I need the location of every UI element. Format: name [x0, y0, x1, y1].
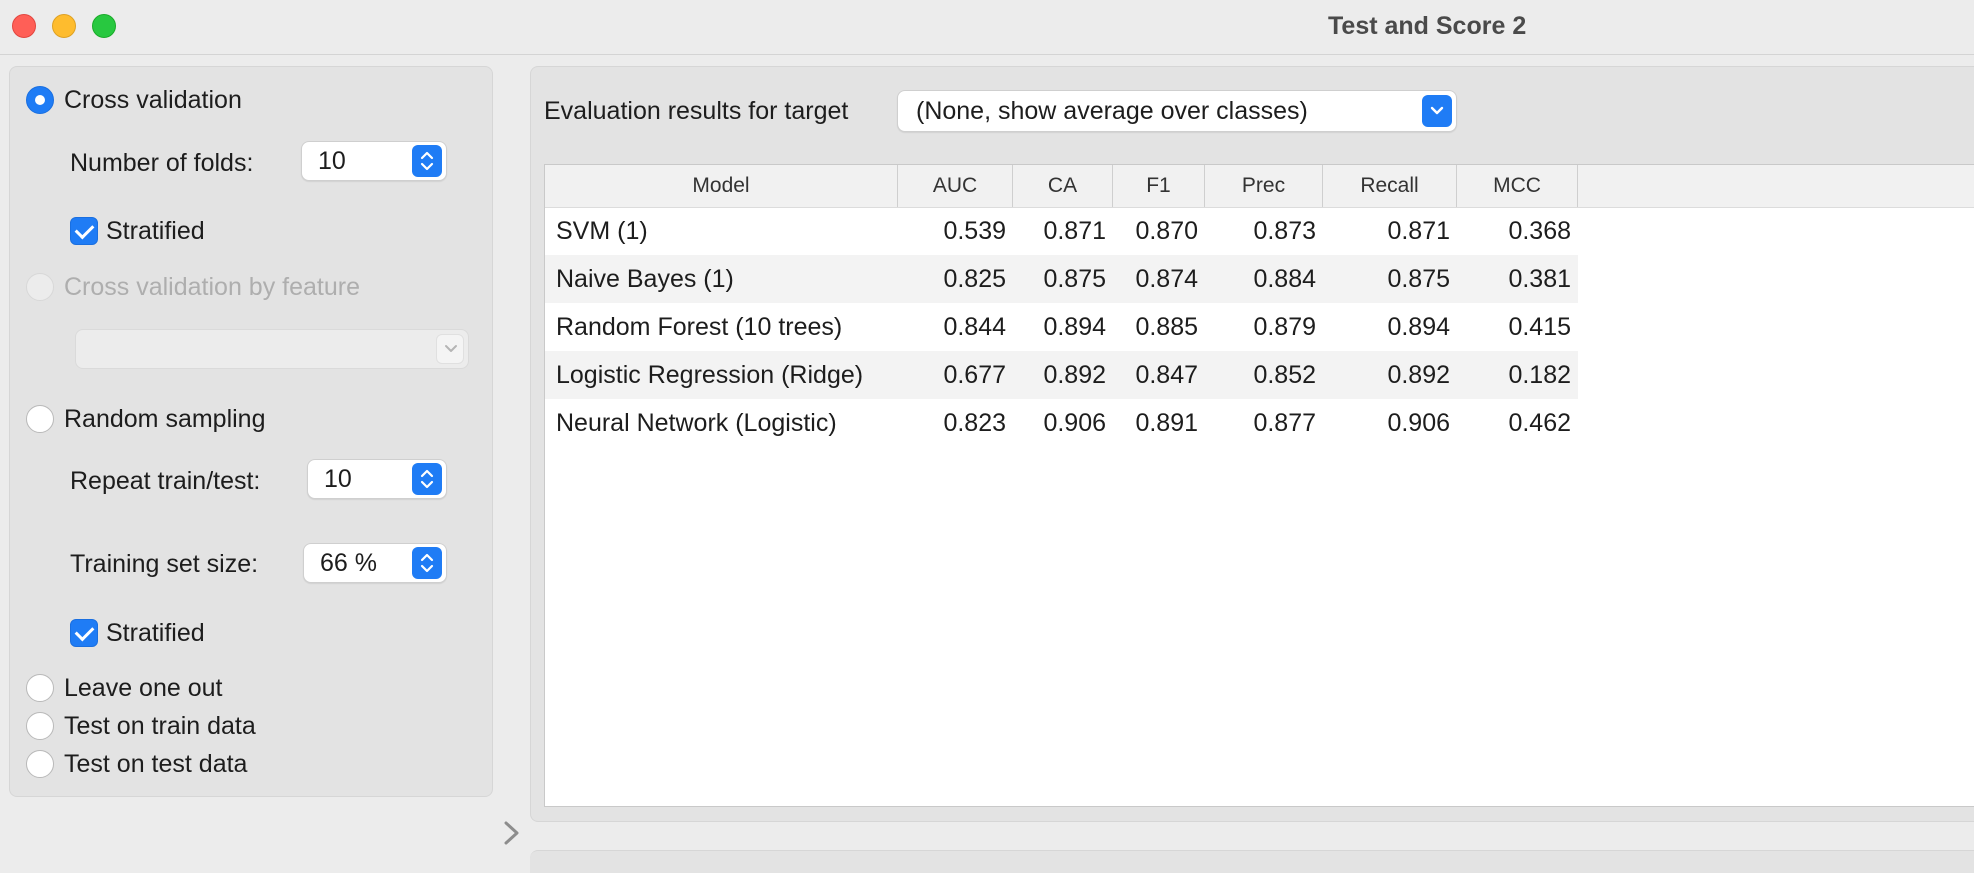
test-on-test-data-radio[interactable] [26, 750, 54, 778]
table-row[interactable]: Neural Network (Logistic) 0.823 0.906 0.… [545, 399, 1578, 447]
recall-cell: 0.906 [1387, 409, 1450, 437]
ca-cell: 0.894 [1043, 313, 1106, 341]
ca-cell: 0.875 [1043, 265, 1106, 293]
model-name-cell: SVM (1) [556, 217, 648, 245]
leave-one-out-label[interactable]: Leave one out [64, 673, 222, 703]
random-sampling-radio[interactable] [26, 405, 54, 433]
auc-cell: 0.823 [943, 409, 1006, 437]
stepper-icon[interactable] [412, 145, 442, 177]
number-of-folds-spinbox[interactable]: 10 [301, 141, 447, 181]
recall-cell: 0.892 [1387, 361, 1450, 389]
f1-cell: 0.885 [1135, 313, 1198, 341]
mcc-cell: 0.381 [1508, 265, 1571, 293]
mcc-cell: 0.182 [1508, 361, 1571, 389]
target-select[interactable]: (None, show average over classes) [897, 90, 1457, 132]
column-header-recall[interactable]: Recall [1323, 165, 1457, 207]
auc-cell: 0.825 [943, 265, 1006, 293]
column-header-mcc[interactable]: MCC [1457, 165, 1578, 207]
column-header-f1[interactable]: F1 [1113, 165, 1205, 207]
table-row[interactable]: Naive Bayes (1) 0.825 0.875 0.874 0.884 … [545, 255, 1578, 303]
ca-cell: 0.892 [1043, 361, 1106, 389]
prec-cell: 0.877 [1253, 409, 1316, 437]
zoom-window-button[interactable] [92, 14, 116, 38]
cv-by-feature-radio[interactable] [26, 273, 54, 301]
prec-cell: 0.852 [1253, 361, 1316, 389]
mcc-cell: 0.415 [1508, 313, 1571, 341]
cross-validation-radio[interactable] [26, 86, 54, 114]
test-on-train-data-label[interactable]: Test on train data [64, 711, 256, 741]
table-row[interactable]: Random Forest (10 trees) 0.844 0.894 0.8… [545, 303, 1578, 351]
training-set-size-label: Training set size: [70, 550, 259, 578]
test-on-train-data-radio[interactable] [26, 712, 54, 740]
mcc-cell: 0.368 [1508, 217, 1571, 245]
minimize-window-button[interactable] [52, 14, 76, 38]
f1-cell: 0.847 [1135, 361, 1198, 389]
prec-cell: 0.873 [1253, 217, 1316, 245]
collapse-panel-icon[interactable] [500, 818, 524, 853]
evaluation-results-table: Model AUC CA F1 Prec Recall MCC SVM (1) … [544, 164, 1974, 807]
column-header-auc[interactable]: AUC [898, 165, 1013, 207]
repeat-train-test-spinbox[interactable]: 10 [307, 459, 447, 499]
f1-cell: 0.870 [1135, 217, 1198, 245]
auc-cell: 0.844 [943, 313, 1006, 341]
stepper-icon[interactable] [412, 547, 442, 579]
recall-cell: 0.871 [1387, 217, 1450, 245]
random-sampling-label[interactable]: Random sampling [64, 404, 266, 434]
cv-by-feature-label: Cross validation by feature [64, 273, 360, 301]
mcc-cell: 0.462 [1508, 409, 1571, 437]
auc-cell: 0.539 [943, 217, 1006, 245]
ca-cell: 0.906 [1043, 409, 1106, 437]
table-row[interactable]: SVM (1) 0.539 0.871 0.870 0.873 0.871 0.… [545, 207, 1578, 255]
cross-validation-label[interactable]: Cross validation [64, 85, 242, 115]
title-bar: Test and Score 2 [0, 0, 1974, 55]
test-on-test-data-label[interactable]: Test on test data [64, 749, 247, 779]
f1-cell: 0.874 [1135, 265, 1198, 293]
table-row[interactable]: Logistic Regression (Ridge) 0.677 0.892 … [545, 351, 1578, 399]
stratified-rs-checkbox[interactable] [70, 619, 98, 647]
model-name-cell: Random Forest (10 trees) [556, 313, 843, 341]
column-header-prec[interactable]: Prec [1205, 165, 1323, 207]
repeat-train-test-value: 10 [324, 465, 352, 493]
stratified-rs-label[interactable]: Stratified [106, 618, 205, 648]
auc-cell: 0.677 [943, 361, 1006, 389]
recall-cell: 0.894 [1387, 313, 1450, 341]
repeat-train-test-label: Repeat train/test: [70, 467, 261, 495]
number-of-folds-value: 10 [318, 147, 346, 175]
stratified-cv-label[interactable]: Stratified [106, 216, 205, 246]
table-header: Model AUC CA F1 Prec Recall MCC [545, 165, 1974, 208]
model-name-cell: Naive Bayes (1) [556, 265, 734, 293]
model-name-cell: Neural Network (Logistic) [556, 409, 837, 437]
column-header-model[interactable]: Model [545, 165, 898, 207]
stratified-cv-checkbox[interactable] [70, 217, 98, 245]
chevron-down-icon[interactable] [1422, 95, 1452, 127]
training-set-size-value: 66 % [320, 549, 377, 577]
ca-cell: 0.871 [1043, 217, 1106, 245]
f1-cell: 0.891 [1135, 409, 1198, 437]
close-window-button[interactable] [12, 14, 36, 38]
report-area [530, 850, 1974, 873]
target-select-value: (None, show average over classes) [916, 97, 1308, 125]
leave-one-out-radio[interactable] [26, 674, 54, 702]
column-header-ca[interactable]: CA [1013, 165, 1113, 207]
chevron-down-icon [436, 334, 464, 364]
prec-cell: 0.879 [1253, 313, 1316, 341]
target-label: Evaluation results for target [544, 97, 849, 125]
recall-cell: 0.875 [1387, 265, 1450, 293]
prec-cell: 0.884 [1253, 265, 1316, 293]
training-set-size-spinbox[interactable]: 66 % [303, 543, 447, 583]
number-of-folds-label: Number of folds: [70, 149, 254, 177]
window-title: Test and Score 2 [1328, 12, 1527, 40]
stepper-icon[interactable] [412, 463, 442, 495]
model-name-cell: Logistic Regression (Ridge) [556, 361, 864, 389]
feature-select[interactable] [75, 329, 469, 369]
